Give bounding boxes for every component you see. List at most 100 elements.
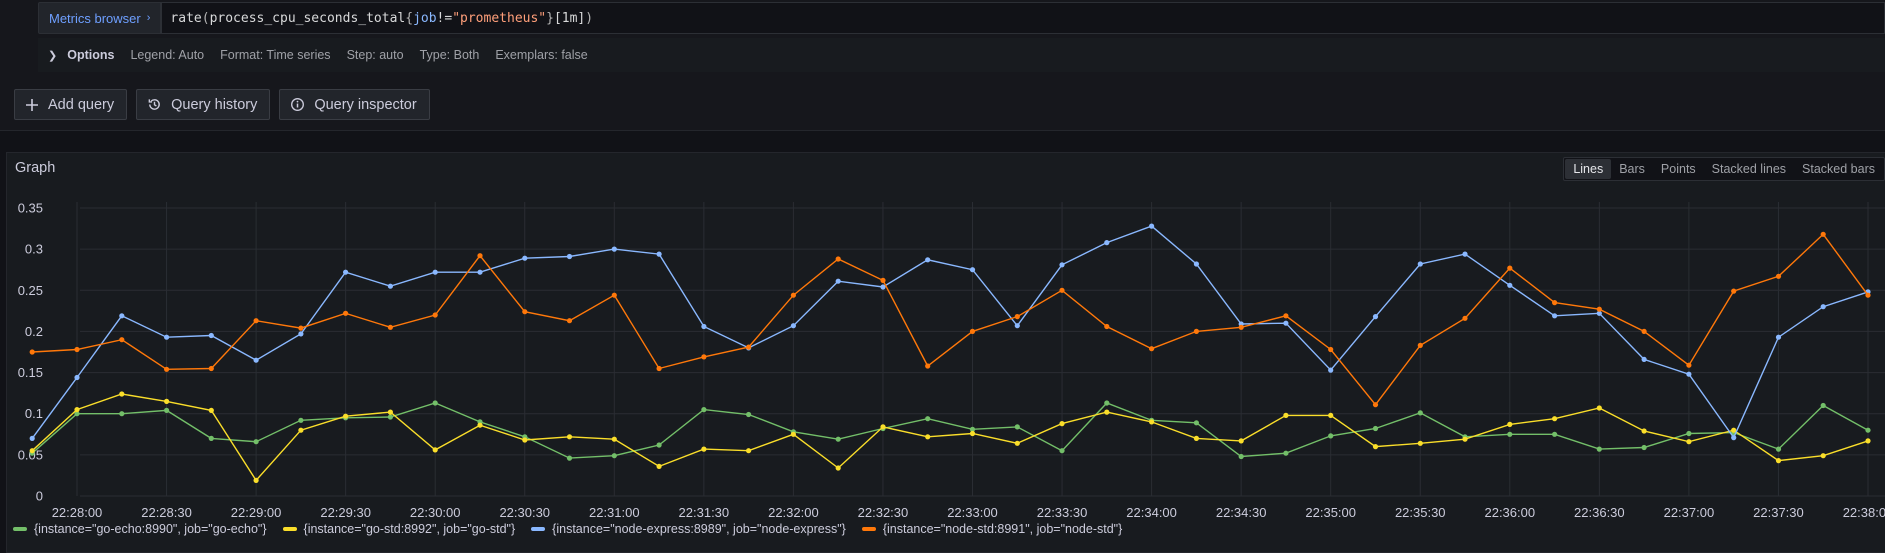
data-point [253, 357, 259, 363]
data-point [298, 427, 304, 433]
series-line [31, 393, 1869, 482]
y-tick-label: 0.25 [18, 283, 43, 298]
data-point [1104, 409, 1110, 415]
y-tick-label: 0.1 [25, 406, 43, 421]
x-tick-label: 22:37:30 [1753, 505, 1804, 520]
data-point [1507, 421, 1513, 427]
data-point [387, 409, 393, 415]
legend-label: {instance="go-std:8992", job="go-std"} [303, 522, 516, 536]
data-point [1507, 431, 1513, 437]
data-point [1104, 323, 1110, 330]
data-point [925, 363, 931, 369]
data-point [74, 346, 80, 353]
legend-item[interactable]: {instance="go-echo:8990", job="go-echo"} [13, 522, 267, 536]
y-tick-label: 0.35 [18, 201, 43, 216]
data-point [208, 365, 214, 372]
data-point [253, 439, 259, 445]
x-tick-label: 22:33:30 [1037, 505, 1088, 520]
x-tick-label: 22:35:00 [1305, 505, 1356, 520]
data-point [1596, 306, 1602, 312]
x-tick-label: 22:38:00 [1843, 505, 1885, 520]
legend-swatch [531, 527, 546, 531]
data-point [432, 269, 438, 275]
data-point [1820, 453, 1826, 459]
data-point [343, 413, 349, 419]
data-point [1328, 412, 1334, 418]
data-point [1686, 371, 1692, 377]
data-point [1686, 430, 1692, 437]
series-line [32, 233, 1869, 406]
data-point [522, 255, 528, 261]
data-point [566, 455, 573, 461]
legend-label: {instance="go-echo:8990", job="go-echo"} [34, 522, 267, 536]
data-point [1238, 438, 1244, 444]
data-point [74, 407, 80, 413]
data-point [29, 349, 35, 355]
data-point [432, 447, 438, 453]
data-point [432, 400, 438, 406]
data-point [477, 422, 483, 428]
chart-legend: {instance="go-echo:8990", job="go-echo"}… [13, 522, 1122, 536]
x-tick-label: 22:36:00 [1484, 505, 1535, 520]
data-point [1462, 315, 1468, 321]
data-point [1775, 334, 1782, 340]
data-point [208, 332, 214, 339]
data-point [1552, 313, 1558, 319]
data-point [164, 366, 170, 372]
data-point [1865, 438, 1871, 444]
data-point [701, 407, 707, 413]
data-point [1820, 304, 1826, 310]
data-point [835, 465, 841, 471]
data-point [566, 253, 573, 260]
data-point [566, 434, 573, 440]
data-point [790, 323, 797, 329]
x-tick-label: 22:29:30 [320, 505, 371, 520]
data-point [1417, 261, 1423, 267]
data-point [1149, 419, 1155, 425]
data-point [1014, 424, 1020, 430]
data-point [969, 267, 976, 273]
x-tick-label: 22:28:30 [141, 505, 192, 520]
data-point [1193, 420, 1199, 426]
data-point [1014, 323, 1020, 329]
data-point [298, 331, 304, 337]
data-point [1149, 223, 1155, 229]
data-point [387, 283, 393, 289]
data-point [1149, 346, 1155, 352]
data-point [1059, 287, 1065, 293]
data-point [253, 477, 259, 483]
y-tick-label: 0 [36, 489, 43, 504]
data-point [1641, 444, 1647, 451]
data-point [74, 374, 80, 381]
data-point [522, 437, 528, 443]
data-point [253, 318, 259, 324]
data-point [1775, 446, 1782, 452]
data-point [1596, 446, 1602, 452]
data-point [1462, 436, 1468, 442]
legend-item[interactable]: {instance="node-express:8989", job="node… [531, 522, 846, 536]
x-tick-label: 22:32:00 [768, 505, 819, 520]
data-point [880, 424, 886, 430]
legend-item[interactable]: {instance="node-std:8991", job="node-std… [861, 522, 1122, 536]
time-series-chart[interactable]: 00.050.10.150.20.250.30.3522:28:0022:28:… [0, 0, 1885, 553]
data-point [611, 246, 617, 252]
data-point [1507, 282, 1513, 288]
legend-item[interactable]: {instance="go-std:8992", job="go-std"} [282, 522, 516, 536]
x-tick-label: 22:33:00 [947, 505, 998, 520]
data-point [1641, 356, 1647, 362]
data-point [656, 442, 662, 448]
data-point [1641, 428, 1647, 434]
data-point [656, 365, 662, 372]
data-point [208, 435, 214, 441]
data-point [1731, 435, 1737, 441]
data-point [1731, 288, 1737, 294]
data-point [164, 334, 170, 340]
data-point [1283, 313, 1289, 319]
data-point [701, 323, 707, 330]
data-point [1328, 433, 1334, 439]
data-point [835, 278, 841, 284]
x-tick-label: 22:35:30 [1395, 505, 1446, 520]
data-point [477, 269, 483, 275]
data-point [1283, 412, 1289, 418]
data-point [343, 310, 349, 316]
